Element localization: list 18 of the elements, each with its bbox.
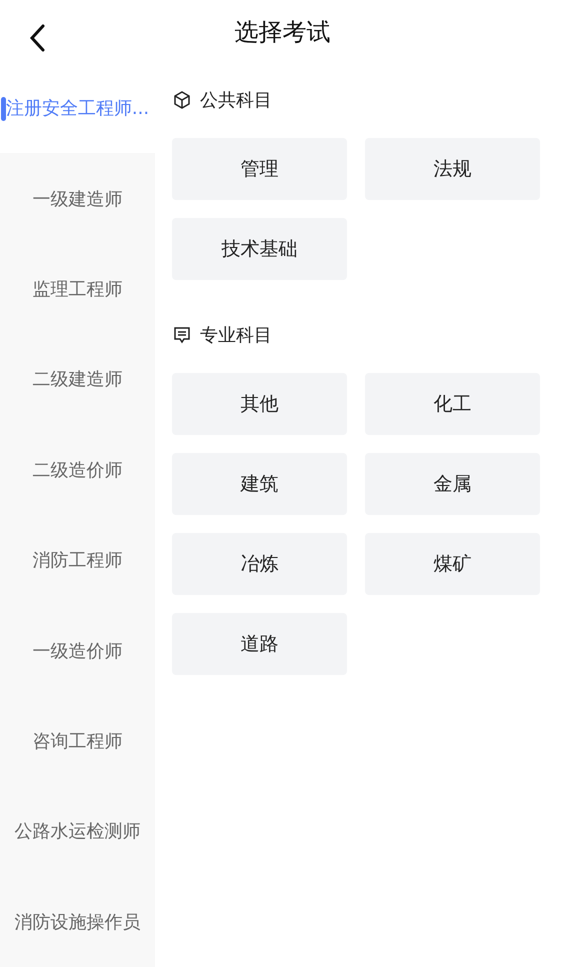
subject-button[interactable]: 金属 [365, 453, 540, 516]
subject-button[interactable]: 技术基础 [172, 218, 347, 280]
subject-button[interactable]: 法规 [365, 138, 540, 200]
subject-button[interactable]: 煤矿 [365, 533, 540, 596]
subject-button[interactable]: 管理 [172, 138, 347, 200]
document-icon [172, 325, 192, 346]
subject-button[interactable]: 其他 [172, 373, 347, 436]
subject-button[interactable]: 道路 [172, 613, 347, 676]
sidebar-item[interactable]: 注册安全工程师... [0, 63, 155, 154]
back-icon [29, 24, 45, 52]
subject-button[interactable]: 建筑 [172, 453, 347, 516]
cube-icon [172, 90, 192, 110]
subject-button[interactable]: 化工 [365, 373, 540, 436]
section-title: 公共科目 [200, 89, 272, 112]
subject-button[interactable]: 冶炼 [172, 533, 347, 596]
section-title: 专业科目 [200, 324, 272, 348]
selected-indicator [1, 97, 6, 122]
page-title: 选择考试 [234, 16, 330, 48]
